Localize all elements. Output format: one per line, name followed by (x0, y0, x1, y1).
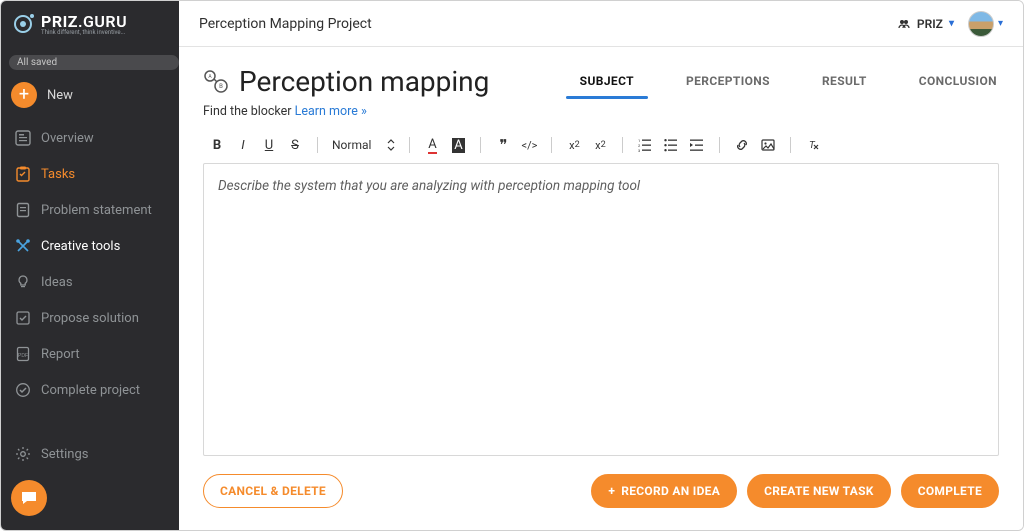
code-block-button[interactable]: </> (521, 137, 537, 153)
sidebar-item-label: Problem statement (41, 203, 152, 218)
rich-text-editor: B I U S Normal A A (203, 133, 999, 456)
plus-icon[interactable]: + (11, 82, 37, 108)
editor-toolbar: B I U S Normal A A (203, 133, 999, 163)
sidebar-item-complete-project[interactable]: Complete project (1, 372, 179, 408)
sidebar-item-report[interactable]: PDF Report (1, 336, 179, 372)
unordered-list-button[interactable] (663, 137, 679, 153)
workspace-label: PRIZ (917, 17, 943, 31)
style-select-value: Normal (332, 138, 371, 152)
project-title: Perception Mapping Project (199, 16, 372, 32)
main-column: Perception Mapping Project PRIZ ▾ ▾ AB (179, 1, 1023, 530)
sidebar-nav: Overview Tasks Problem statement Creativ… (1, 120, 179, 472)
image-button[interactable] (760, 137, 776, 153)
user-menu[interactable]: ▾ (968, 11, 1003, 37)
overview-icon (15, 130, 31, 146)
sidebar-item-tasks[interactable]: Tasks (1, 156, 179, 192)
footer-actions: CANCEL & DELETE + RECORD AN IDEA CREATE … (179, 456, 1023, 530)
underline-button[interactable]: U (261, 137, 277, 153)
page-title: Perception mapping (239, 65, 489, 98)
plus-icon: + (608, 484, 615, 498)
tab-result[interactable]: RESULT (820, 68, 869, 98)
svg-text:3: 3 (638, 148, 640, 152)
sidebar: PRIZ.GURU Think different, think inventi… (1, 1, 179, 530)
brand-tagline: Think different, think inventive... (41, 29, 127, 36)
text-color-button[interactable]: A (424, 137, 440, 153)
sidebar-item-overview[interactable]: Overview (1, 120, 179, 156)
team-icon (897, 17, 911, 31)
sidebar-item-label: Settings (41, 447, 88, 462)
new-label: New (47, 88, 73, 103)
sidebar-item-label: Report (41, 347, 80, 362)
chat-icon (20, 489, 38, 507)
sidebar-item-ideas[interactable]: Ideas (1, 264, 179, 300)
sidebar-item-label: Ideas (41, 275, 73, 290)
record-idea-label: RECORD AN IDEA (621, 484, 720, 498)
tab-subject[interactable]: SUBJECT (578, 68, 636, 98)
workspace-picker[interactable]: PRIZ ▾ (897, 17, 954, 31)
editor-textarea[interactable]: Describe the system that you are analyzi… (203, 163, 999, 456)
sidebar-item-label: Complete project (41, 383, 140, 398)
perception-mapping-icon: AB (203, 69, 229, 95)
page-subhead: Find the blocker Learn more » (203, 104, 999, 119)
italic-button[interactable]: I (235, 137, 251, 153)
avatar (968, 11, 994, 37)
superscript-button[interactable]: x2 (592, 137, 608, 153)
strikethrough-button[interactable]: S (287, 137, 303, 153)
tasks-icon (15, 166, 31, 182)
tab-perceptions[interactable]: PERCEPTIONS (684, 68, 772, 98)
subscript-button[interactable]: x2 (566, 137, 582, 153)
save-status-pill: All saved (9, 55, 179, 70)
document-icon (15, 202, 31, 218)
lightbulb-icon (15, 274, 31, 290)
sidebar-item-label: Propose solution (41, 311, 139, 326)
tabs: SUBJECT PERCEPTIONS RESULT CONCLUSION (578, 68, 999, 98)
complete-icon (15, 382, 31, 398)
svg-text:PDF: PDF (18, 353, 28, 359)
sidebar-item-label: Tasks (41, 167, 75, 182)
paragraph-style-select[interactable]: Normal (332, 138, 395, 152)
sidebar-item-problem-statement[interactable]: Problem statement (1, 192, 179, 228)
indent-button[interactable] (689, 137, 705, 153)
ordered-list-button[interactable]: 123 (637, 137, 653, 153)
sidebar-item-label: Creative tools (41, 239, 120, 254)
subhead-text: Find the blocker (203, 104, 292, 119)
brand-logo[interactable]: PRIZ.GURU Think different, think inventi… (1, 1, 179, 47)
svg-text:A: A (208, 74, 212, 80)
link-button[interactable] (734, 137, 750, 153)
bold-button[interactable]: B (209, 137, 225, 153)
sidebar-item-propose-solution[interactable]: Propose solution (1, 300, 179, 336)
highlight-button[interactable]: A (450, 137, 466, 153)
brand-mark-icon (11, 12, 35, 36)
topbar: Perception Mapping Project PRIZ ▾ ▾ (179, 1, 1023, 47)
record-idea-button[interactable]: + RECORD AN IDEA (591, 474, 737, 508)
solution-icon (15, 310, 31, 326)
gear-icon (15, 446, 31, 462)
chevron-down-icon: ▾ (998, 18, 1003, 29)
sidebar-item-label: Overview (41, 131, 94, 146)
tab-conclusion[interactable]: CONCLUSION (917, 68, 999, 98)
select-caret-icon (387, 139, 395, 151)
new-row[interactable]: + New (1, 78, 179, 120)
chevron-down-icon: ▾ (949, 18, 954, 29)
chat-button[interactable] (11, 480, 47, 516)
content-area: AB Perception mapping SUBJECT PERCEPTION… (179, 47, 1023, 456)
blockquote-button[interactable]: ❞ (495, 137, 511, 153)
report-icon: PDF (15, 346, 31, 362)
complete-button[interactable]: COMPLETE (901, 474, 999, 508)
svg-text:B: B (219, 83, 223, 90)
cancel-delete-button[interactable]: CANCEL & DELETE (203, 474, 343, 508)
tools-icon (15, 238, 31, 254)
learn-more-link[interactable]: Learn more » (295, 104, 367, 119)
sidebar-item-creative-tools[interactable]: Creative tools (1, 228, 179, 264)
create-new-task-button[interactable]: CREATE NEW TASK (747, 474, 891, 508)
sidebar-item-settings[interactable]: Settings (1, 436, 179, 472)
clear-formatting-button[interactable]: T (805, 137, 821, 153)
